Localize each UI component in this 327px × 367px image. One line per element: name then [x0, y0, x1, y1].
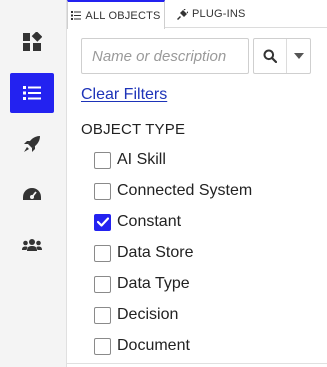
- option-label: Data Type: [117, 275, 190, 292]
- rail-item-deploy[interactable]: [10, 124, 54, 164]
- list-icon: [23, 86, 41, 100]
- tab-label: PLUG-INS: [192, 8, 246, 20]
- gauge-icon: [23, 188, 41, 200]
- tab-bar: ALL OBJECTS PLUG-INS: [67, 0, 327, 29]
- checkbox-checked[interactable]: [94, 213, 111, 231]
- checkbox[interactable]: [94, 151, 111, 169]
- search-icon: [263, 49, 277, 63]
- caret-down-icon: [293, 53, 304, 59]
- checkbox[interactable]: [94, 182, 111, 200]
- dashboard-icon: [23, 32, 42, 51]
- list-icon: [71, 11, 82, 20]
- users-icon: [22, 239, 42, 251]
- clear-filters-link[interactable]: Clear Filters: [81, 86, 167, 104]
- divider: [67, 363, 327, 364]
- option-label: Decision: [117, 306, 179, 323]
- object-type-option[interactable]: Document: [94, 335, 190, 357]
- object-type-option[interactable]: AI Skill: [94, 149, 166, 171]
- tab-plug-ins[interactable]: PLUG-INS: [177, 0, 246, 28]
- option-label: Data Store: [117, 244, 194, 261]
- tab-label: ALL OBJECTS: [85, 9, 161, 22]
- object-type-option[interactable]: Connected System: [94, 180, 252, 202]
- rail-item-users[interactable]: [10, 225, 54, 265]
- checkbox[interactable]: [94, 306, 111, 324]
- checkbox[interactable]: [94, 337, 111, 355]
- checkbox[interactable]: [94, 275, 111, 293]
- search-button-group: [253, 38, 311, 74]
- rocket-icon: [24, 136, 40, 152]
- object-type-option[interactable]: Data Type: [94, 273, 190, 295]
- checkbox[interactable]: [94, 244, 111, 262]
- rail-item-monitor[interactable]: [10, 175, 54, 215]
- object-type-heading: OBJECT TYPE: [81, 121, 186, 138]
- option-label: AI Skill: [117, 151, 166, 168]
- option-label: Connected System: [117, 182, 253, 199]
- object-type-option[interactable]: Decision: [94, 304, 178, 326]
- object-type-option[interactable]: Constant: [94, 211, 181, 233]
- tab-all-objects[interactable]: ALL OBJECTS: [67, 0, 165, 29]
- object-type-option[interactable]: Data Store: [94, 242, 193, 264]
- option-label: Document: [117, 337, 190, 354]
- checkmark-icon: [96, 217, 109, 227]
- option-label: Constant: [117, 213, 182, 230]
- rail-item-objects[interactable]: [10, 73, 54, 113]
- search-options-dropdown[interactable]: [287, 39, 310, 73]
- search-input[interactable]: [81, 38, 249, 74]
- rail-item-dashboard[interactable]: [10, 22, 54, 62]
- plug-icon: [177, 8, 188, 20]
- navigation-rail: [0, 0, 66, 367]
- object-browser-panel: ALL OBJECTS PLUG-INS Name or description…: [66, 0, 327, 367]
- search-button[interactable]: [254, 39, 287, 73]
